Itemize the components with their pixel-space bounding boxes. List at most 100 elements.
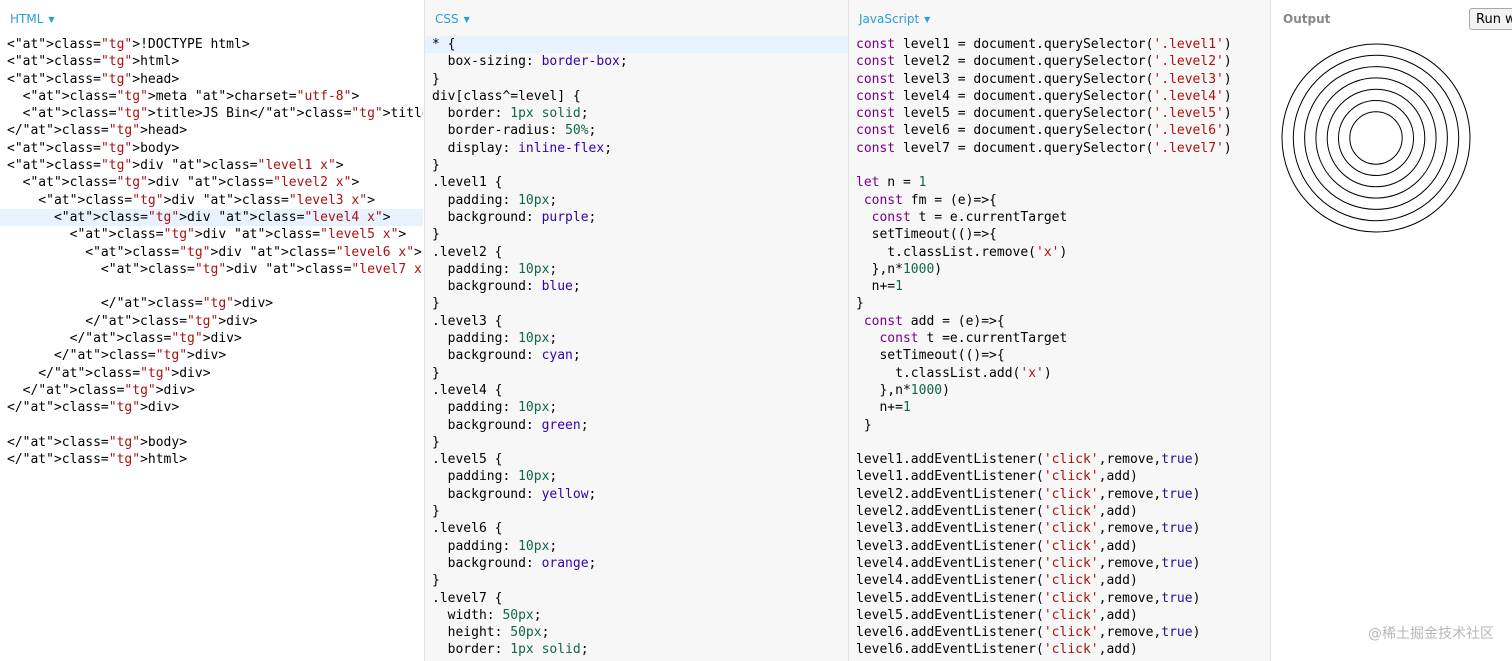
js-code-line: level6.addEventListener('click',add) [856,642,1138,658]
css-code-line: .level2 { [432,244,503,260]
css-code-editor[interactable]: * { box-sizing: border-box;} div[class^=l… [425,36,848,659]
css-code-line: } [432,227,440,243]
chevron-down-icon: ▼ [463,15,470,24]
html-code-line: <"at">class="tg">div "at">class="level5 … [7,227,407,243]
html-code-line: <"at">class="tg">meta "at">charset="utf-… [7,88,360,104]
output-label: Output [1283,12,1331,26]
js-code-editor[interactable]: const level1 = document.querySelector('.… [849,36,1270,659]
level-5-circle[interactable] [1326,88,1426,188]
level-7-circle[interactable] [1349,111,1403,165]
css-code-line: } [432,158,440,174]
css-code-line: background: blue; [432,279,581,295]
js-code-line: level5.addEventListener('click',add) [856,607,1138,623]
chevron-down-icon: ▼ [48,15,55,24]
js-code-line [849,157,1270,174]
css-panel-label: CSS [435,12,459,26]
css-code-line: } [432,296,440,312]
html-code-line: </"at">class="tg">div> [7,313,258,329]
html-code-line: <"at">class="tg">div "at">class="level6 … [7,244,422,260]
js-code-line: const t = e.currentTarget [871,209,1068,225]
css-code-line: } [432,573,440,589]
css-code-line: .level7 { [432,590,503,606]
js-code-line: const level2 = document.querySelector('.… [856,54,1232,70]
js-code-line: const level1 = document.querySelector('.… [856,37,1232,52]
run-with-js-button[interactable]: Run w [1469,8,1512,30]
js-code-line: level3.addEventListener('click',add) [856,538,1138,554]
css-code-line: width: 50px; [432,607,542,623]
js-panel-header[interactable]: JavaScript ▼ [859,10,930,28]
js-code-line: level1.addEventListener('click',add) [856,469,1138,485]
html-editor-panel: HTML ▼ <"at">class="tg">!DOCTYPE html> <"a… [0,0,423,661]
css-code-line: background: green; [432,417,589,433]
js-code-line: level4.addEventListener('click',remove,t… [856,555,1201,571]
html-code-line: <"at">class="tg">title>JS Bin</"at">clas… [7,106,423,122]
js-code-line: let n = 1 [856,175,927,191]
css-code-line: padding: 10px; [432,331,558,347]
js-code-line: n+=1 [856,400,911,416]
html-panel-label: HTML [10,12,44,26]
js-code-line [849,434,1270,451]
js-panel-label: JavaScript [859,12,920,26]
js-code-line: level1.addEventListener('click',remove,t… [856,452,1201,468]
output-panel: Output Run w [1270,0,1512,661]
html-code-line: </"at">class="tg">div> [7,400,180,416]
nested-circles-output[interactable] [1280,42,1472,234]
html-code-line: </"at">class="tg">div> [7,348,227,364]
css-code-line: height: 50px; [432,625,550,641]
js-editor-panel: JavaScript ▼ const level1 = document.quer… [848,0,1270,661]
css-code-line: } [432,504,440,520]
css-code-line: background: cyan; [432,348,581,364]
html-code-line: <"at">class="tg">div "at">class="level7 … [7,261,423,277]
js-code-line: const level6 = document.querySelector('.… [856,123,1232,139]
html-code-line [0,417,423,434]
js-code-line: const level5 = document.querySelector('.… [856,106,1232,122]
watermark: @稀土掘金技术社区 [1368,626,1494,642]
css-code-line: * { [425,36,848,54]
css-code-line: border: 1px solid; [432,106,589,122]
html-code-line: </"at">class="tg">div> [7,365,211,381]
html-code-line: <"at">class="tg">head> [7,71,180,87]
level-4-circle[interactable] [1315,77,1437,199]
html-code-line: </"at">class="tg">div> [7,296,274,312]
html-panel-header[interactable]: HTML ▼ [10,10,55,28]
css-code-line: border-radius: 50%; [432,123,597,139]
js-code-line: t.classList.add('x') [856,365,1052,381]
html-code-line: <"at">class="tg">body> [7,140,180,156]
js-code-line: n+=1 [856,279,903,295]
js-code-line: t.classList.remove('x') [856,244,1068,260]
css-panel-header[interactable]: CSS ▼ [435,10,470,28]
css-code-line: padding: 10px; [432,192,558,208]
css-code-line: background: yellow; [432,486,597,502]
js-code-line: } [856,296,864,312]
js-code-line: level6.addEventListener('click',remove,t… [856,625,1201,641]
js-code-line: const level3 = document.querySelector('.… [856,71,1232,87]
level-3-circle[interactable] [1304,66,1448,210]
level-1-circle[interactable] [1281,43,1471,233]
html-code-line: <"at">class="tg">div "at">class="level4 … [0,208,423,227]
js-code-line: const level4 = document.querySelector('.… [856,88,1232,104]
css-code-line: div[class^=level] { [432,88,581,104]
css-code-line: display: inline-flex; [432,140,613,156]
html-code-editor[interactable]: <"at">class="tg">!DOCTYPE html> <"at">cla… [0,36,423,468]
css-code-line: background: orange; [432,555,597,571]
css-code-line: border: 1px solid; [432,642,589,658]
html-code-line: <"at">class="tg">div "at">class="level2 … [7,175,360,191]
js-code-line: },n*1000) [856,382,950,398]
css-code-line: box-sizing: border-box; [432,54,628,70]
css-code-line: } [432,71,440,87]
js-code-line: const fm = (e)=>{ [863,192,997,208]
level-2-circle[interactable] [1292,54,1460,222]
css-code-line: padding: 10px; [432,400,558,416]
js-code-line: const level7 = document.querySelector('.… [856,140,1232,156]
js-code-line: } [856,417,872,433]
js-code-line: level5.addEventListener('click',remove,t… [856,590,1201,606]
js-code-line: level2.addEventListener('click',remove,t… [856,486,1201,502]
js-code-line: level4.addEventListener('click',add) [856,573,1138,589]
html-code-line: </"at">class="tg">html> [7,452,188,468]
html-code-line: <"at">class="tg">html> [7,54,180,70]
css-editor-panel: CSS ▼ * { box-sizing: border-box;} div[cla… [424,0,848,661]
html-code-line: </"at">class="tg">div> [7,382,195,398]
css-code-line: background: purple; [432,209,597,225]
css-code-line: } [432,434,440,450]
js-code-line: level3.addEventListener('click',remove,t… [856,521,1201,537]
